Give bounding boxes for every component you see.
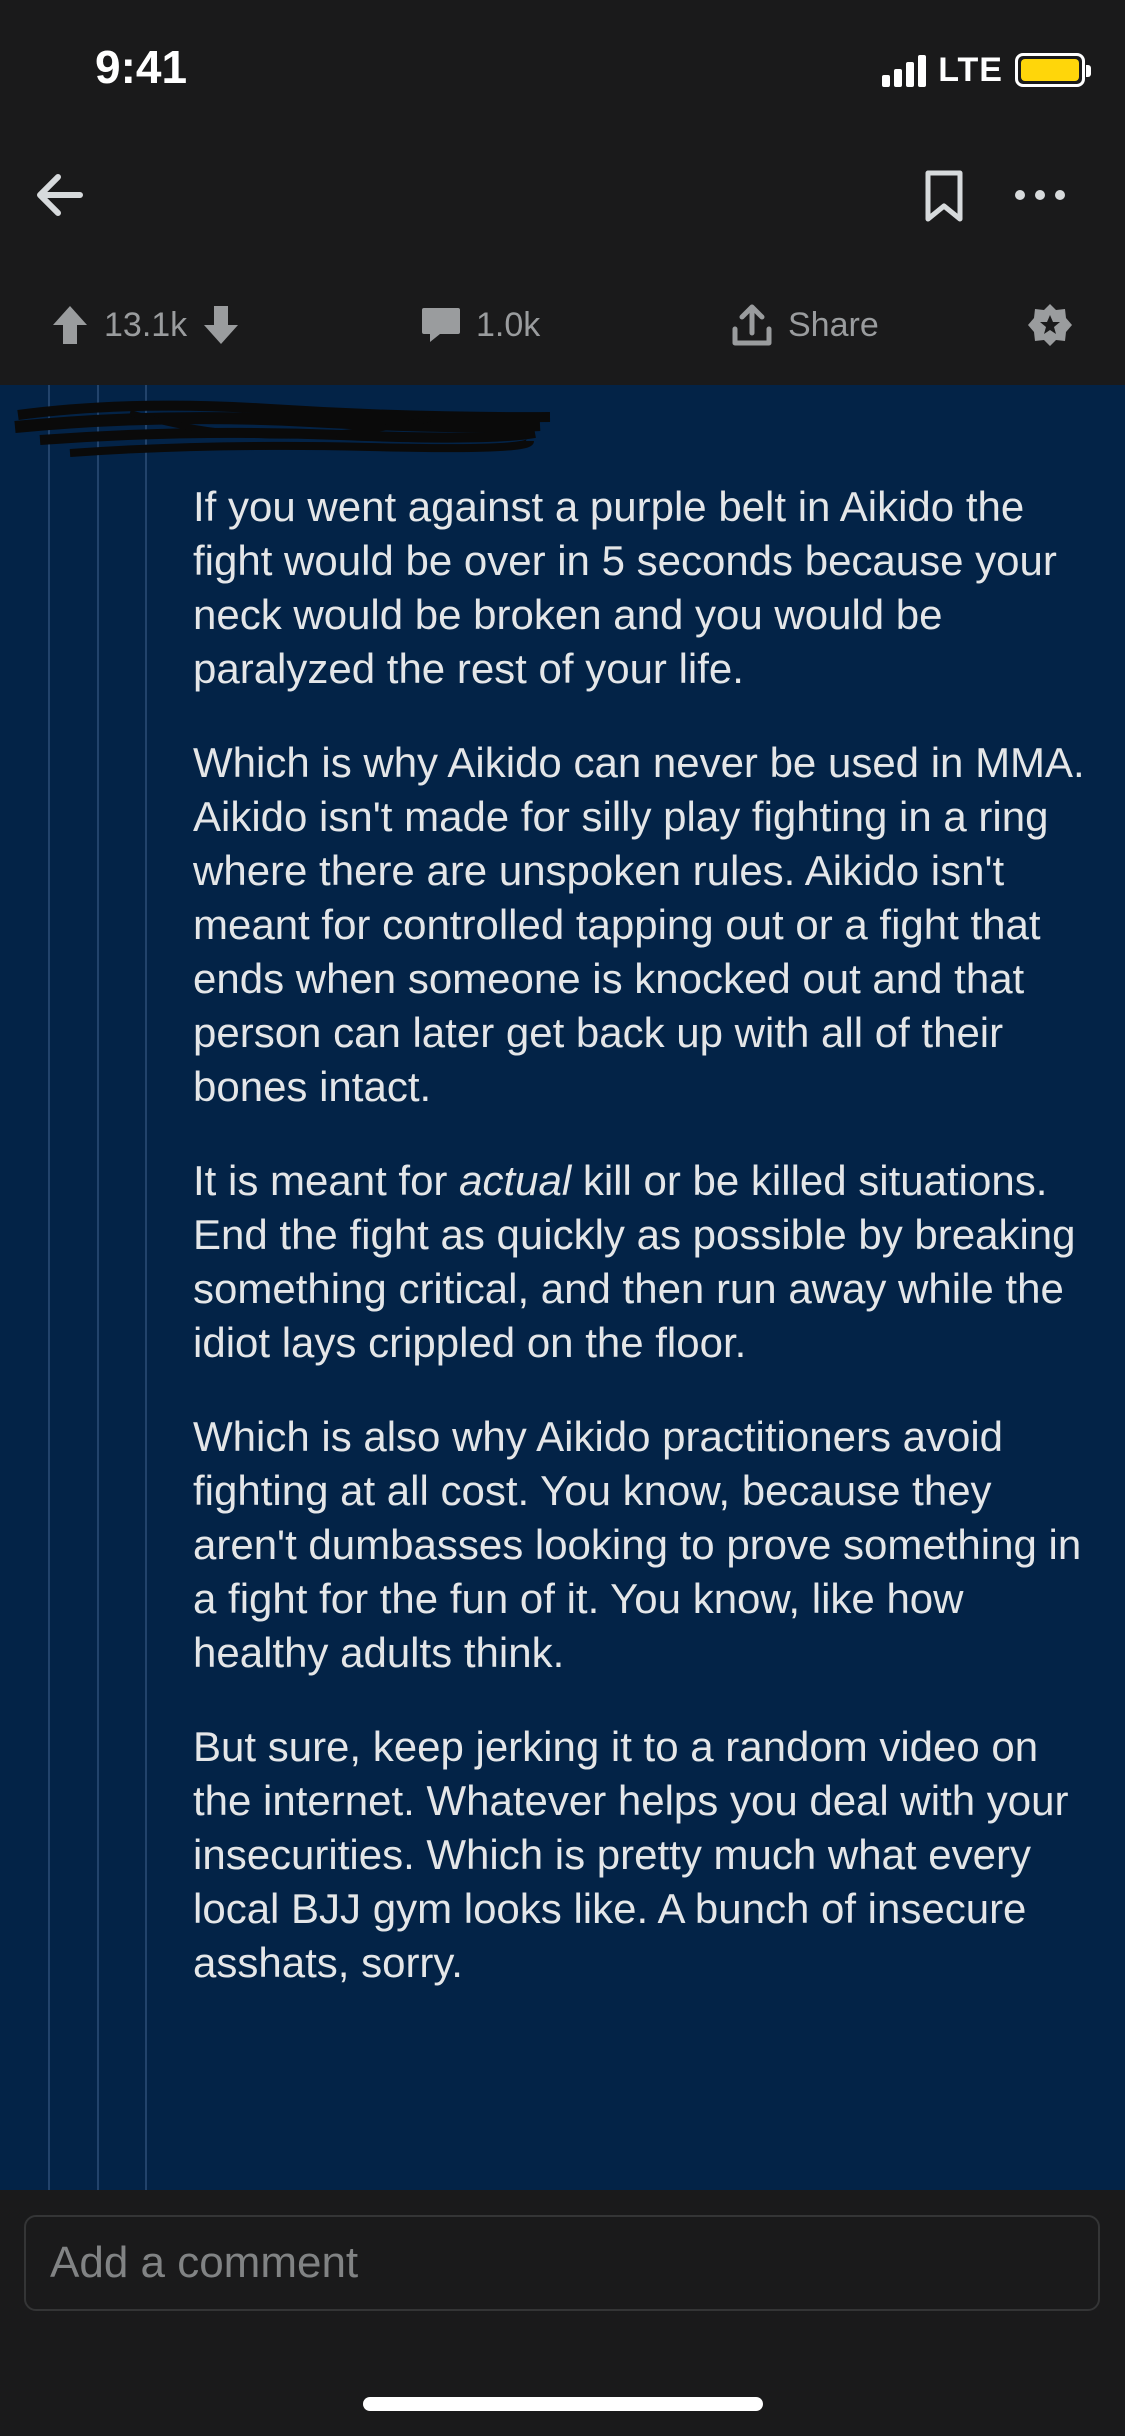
comment-paragraph: If you went against a purple belt in Aik… — [193, 483, 1057, 692]
share-icon — [732, 304, 772, 346]
comment-count: 1.0k — [476, 305, 541, 344]
arrow-left-icon[interactable] — [30, 165, 90, 225]
comment-paragraph: Which is also why Aikido practitioners a… — [193, 1413, 1082, 1676]
award-icon — [1028, 304, 1072, 346]
nav-bar — [0, 140, 1125, 260]
battery-level — [1021, 59, 1079, 81]
thread-line[interactable] — [97, 385, 99, 2190]
signal-icon — [882, 53, 927, 87]
redacted-username-scribble — [14, 400, 551, 457]
comment-paragraph: But sure, keep jerking it to a random vi… — [193, 1723, 1069, 1986]
emphasized-text: actual — [459, 1157, 572, 1204]
home-indicator[interactable] — [363, 2397, 763, 2411]
downvote-icon[interactable] — [201, 303, 241, 347]
status-indicators: LTE — [882, 48, 1091, 92]
post-action-bar: 13.1k 1.0k Share — [0, 275, 1125, 375]
award-button[interactable] — [1025, 300, 1075, 350]
share-label: Share — [788, 305, 879, 344]
upvote-icon[interactable] — [50, 303, 90, 347]
more-horizontal-icon[interactable] — [1010, 170, 1070, 220]
battery-icon — [1015, 53, 1091, 87]
comment-paragraph: Which is why Aikido can never be used in… — [193, 739, 1085, 1110]
bookmark-icon[interactable] — [920, 168, 968, 224]
comment-icon — [422, 308, 460, 342]
comment-input[interactable] — [24, 2215, 1100, 2311]
thread-line[interactable] — [145, 385, 147, 2190]
comment-composer — [0, 2190, 1125, 2322]
comment-body: If you went against a purple belt in Aik… — [193, 480, 1093, 2030]
upvote-count: 13.1k — [104, 305, 188, 344]
thread-line[interactable] — [48, 385, 50, 2190]
status-time: 9:41 — [95, 41, 188, 93]
share-button[interactable]: Share — [730, 300, 879, 350]
comment-thread: If you went against a purple belt in Aik… — [0, 385, 1125, 2190]
network-label: LTE — [938, 50, 1003, 89]
comments-button[interactable]: 1.0k — [420, 300, 540, 350]
comment-paragraph: It is meant for actual kill or be killed… — [193, 1154, 1093, 1370]
comment-text: It is meant for — [193, 1157, 460, 1204]
vote-group: 13.1k — [50, 300, 241, 350]
status-bar: 9:41 LTE — [0, 0, 1125, 140]
